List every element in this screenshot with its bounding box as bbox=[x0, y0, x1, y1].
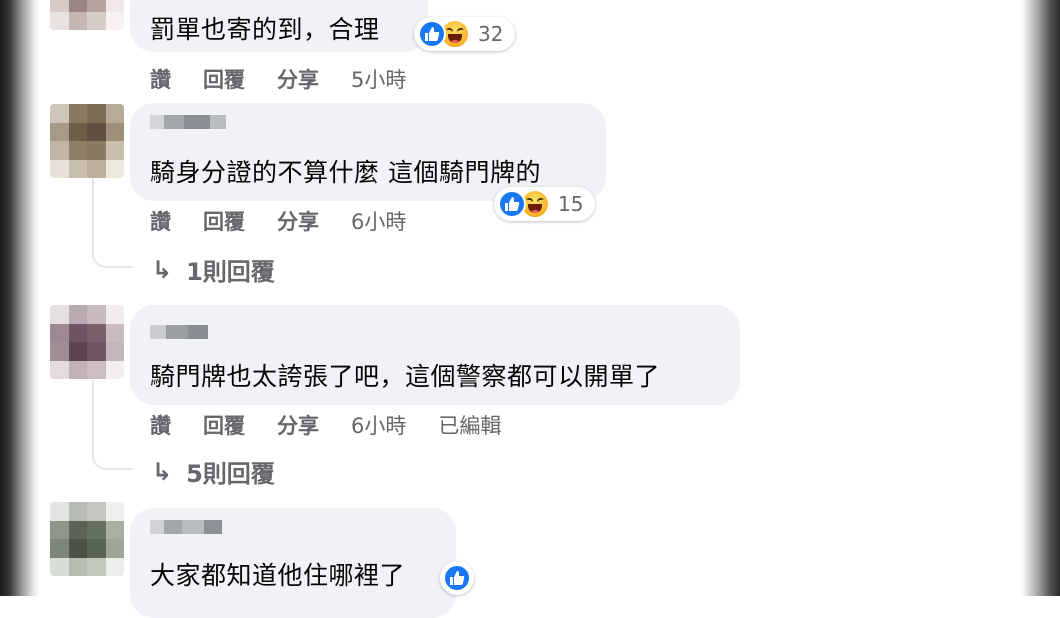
commenter-name-blurred[interactable] bbox=[150, 325, 208, 339]
reaction-count: 32 bbox=[478, 22, 504, 46]
like-icon bbox=[498, 190, 526, 218]
view-replies-link[interactable]: ↳ 1則回覆 bbox=[152, 252, 275, 287]
share-button[interactable]: 分享 bbox=[277, 64, 319, 94]
comment-actions: 讚 回覆 分享 5小時 bbox=[150, 64, 438, 94]
reply-button[interactable]: 回覆 bbox=[203, 206, 245, 236]
timestamp[interactable]: 5小時 bbox=[351, 64, 406, 94]
commenter-name-blurred[interactable] bbox=[150, 115, 226, 129]
reaction-summary[interactable] bbox=[440, 561, 474, 595]
thread-line bbox=[92, 178, 94, 258]
comment-text: 罰單也寄的到，合理 bbox=[150, 15, 380, 44]
comment-bubble: 大家都知道他住哪裡了 bbox=[130, 508, 456, 618]
timestamp[interactable]: 6小時 bbox=[351, 206, 406, 236]
reply-button[interactable]: 回覆 bbox=[203, 410, 245, 440]
thread-line bbox=[92, 380, 94, 460]
like-icon bbox=[418, 20, 446, 48]
comment-actions: 讚 回覆 分享 6小時 已編輯 bbox=[150, 410, 533, 440]
share-button[interactable]: 分享 bbox=[277, 206, 319, 236]
screen-edge-left bbox=[0, 0, 40, 596]
share-button[interactable]: 分享 bbox=[277, 410, 319, 440]
like-button[interactable]: 讚 bbox=[150, 410, 171, 440]
reply-button[interactable]: 回覆 bbox=[203, 64, 245, 94]
thread-connector bbox=[92, 452, 132, 470]
like-button[interactable]: 讚 bbox=[150, 206, 171, 236]
comment-bubble: 騎門牌也太誇張了吧，這個警察都可以開單了 bbox=[130, 305, 740, 405]
comment-text: 騎身分證的不算什麼 這個騎門牌的 bbox=[150, 158, 541, 187]
edited-label[interactable]: 已編輯 bbox=[438, 410, 501, 440]
reaction-summary[interactable]: 15 bbox=[494, 187, 596, 221]
timestamp[interactable]: 6小時 bbox=[351, 410, 406, 440]
avatar[interactable] bbox=[50, 305, 124, 379]
commenter-name-blurred[interactable] bbox=[150, 520, 222, 534]
reply-arrow-icon: ↳ bbox=[152, 457, 173, 486]
comment-bubble: 罰單也寄的到，合理 bbox=[130, 0, 428, 52]
like-button[interactable]: 讚 bbox=[150, 64, 171, 94]
reaction-count: 15 bbox=[558, 192, 584, 216]
view-replies-link[interactable]: ↳ 5則回覆 bbox=[152, 454, 275, 489]
avatar[interactable] bbox=[50, 502, 124, 576]
avatar[interactable] bbox=[50, 0, 124, 30]
comment-text: 大家都知道他住哪裡了 bbox=[150, 561, 406, 590]
replies-count-label: 1則回覆 bbox=[186, 258, 275, 286]
replies-count-label: 5則回覆 bbox=[186, 460, 275, 488]
comment-text: 騎門牌也太誇張了吧，這個警察都可以開單了 bbox=[150, 362, 661, 391]
reaction-summary[interactable]: 32 bbox=[414, 17, 516, 51]
like-icon bbox=[443, 564, 471, 592]
reply-arrow-icon: ↳ bbox=[152, 255, 173, 284]
comment-actions: 讚 回覆 分享 6小時 bbox=[150, 206, 438, 236]
screen-edge-right bbox=[1020, 0, 1060, 596]
thread-connector bbox=[92, 250, 132, 268]
avatar[interactable] bbox=[50, 104, 124, 178]
